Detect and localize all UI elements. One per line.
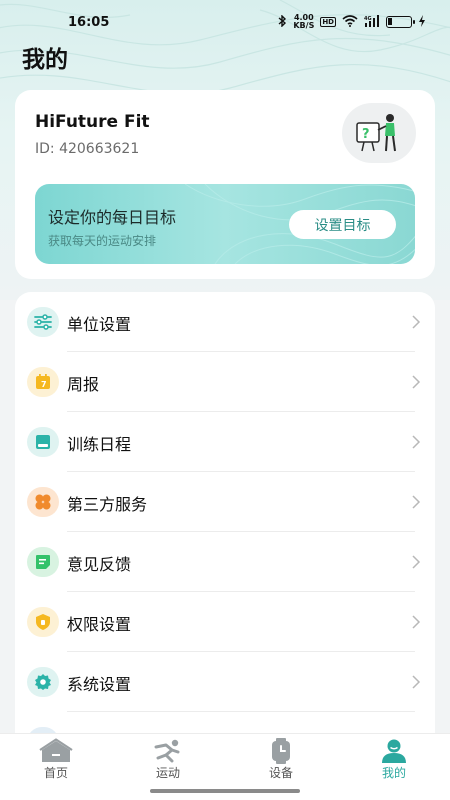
battery-icon bbox=[386, 16, 415, 28]
status-time: 16:05 bbox=[68, 14, 110, 30]
person-with-board-avatar-icon: ? bbox=[356, 114, 396, 152]
schedule-icon bbox=[27, 427, 59, 457]
network-speed: 4.00 KB/S bbox=[293, 14, 314, 30]
network-speed-unit: KB/S bbox=[293, 21, 315, 30]
menu-label: 第三方服务 bbox=[67, 495, 148, 514]
svg-text:7: 7 bbox=[41, 380, 47, 389]
status-bar: 16:05 4.00 KB/S HD 4G bbox=[0, 0, 450, 44]
svg-text:?: ? bbox=[362, 127, 370, 142]
menu-item-weekly-report[interactable]: 7 周报 bbox=[15, 352, 435, 412]
chevron-right-icon bbox=[412, 675, 421, 689]
goal-subtitle: 获取每天的运动安排 bbox=[48, 234, 157, 248]
menu-label: 意见反馈 bbox=[67, 555, 132, 574]
menu-label: 周报 bbox=[67, 375, 100, 394]
goal-title: 设定你的每日目标 bbox=[48, 208, 177, 227]
tab-profile[interactable]: 我的 bbox=[338, 734, 450, 784]
profile-card: HiFuture Fit ID: 420663621 ? 设定你的每日目标 获取… bbox=[15, 90, 435, 279]
menu-item-feedback[interactable]: 意见反馈 bbox=[15, 532, 435, 592]
settings-menu: 单位设置 7 周报 训练日程 第三方服务 意见反馈 权限设置 系统设置 bbox=[15, 292, 435, 752]
status-icons: 4.00 KB/S HD 4G bbox=[277, 14, 426, 30]
chevron-right-icon bbox=[412, 375, 421, 389]
menu-item-permission-settings[interactable]: 权限设置 bbox=[15, 592, 435, 652]
profile-icon bbox=[382, 739, 406, 763]
menu-item-third-party-services[interactable]: 第三方服务 bbox=[15, 472, 435, 532]
chevron-right-icon bbox=[412, 495, 421, 509]
tab-exercise[interactable]: 运动 bbox=[112, 734, 224, 784]
tab-home[interactable]: 首页 bbox=[0, 734, 112, 784]
home-indicator[interactable] bbox=[150, 789, 300, 793]
chevron-right-icon bbox=[412, 315, 421, 329]
bluetooth-icon bbox=[277, 13, 287, 30]
wifi-icon bbox=[342, 14, 358, 30]
feedback-icon bbox=[27, 547, 59, 577]
menu-item-unit-settings[interactable]: 单位设置 bbox=[15, 292, 435, 352]
menu-item-training-schedule[interactable]: 训练日程 bbox=[15, 412, 435, 472]
grid-flower-icon bbox=[27, 487, 59, 517]
calendar-icon: 7 bbox=[27, 367, 59, 397]
charging-icon bbox=[418, 14, 426, 30]
hd-badge: HD bbox=[320, 17, 336, 27]
sliders-icon bbox=[27, 307, 59, 337]
chevron-right-icon bbox=[412, 615, 421, 629]
home-icon bbox=[39, 738, 73, 762]
chevron-right-icon bbox=[412, 555, 421, 569]
menu-item-system-settings[interactable]: 系统设置 bbox=[15, 652, 435, 712]
shield-icon bbox=[27, 607, 59, 637]
chevron-right-icon bbox=[412, 435, 421, 449]
watch-icon bbox=[272, 738, 290, 764]
avatar[interactable]: ? bbox=[342, 103, 416, 163]
tab-label: 我的 bbox=[381, 766, 406, 780]
menu-label: 权限设置 bbox=[67, 615, 132, 634]
running-icon bbox=[154, 739, 180, 763]
menu-label: 单位设置 bbox=[67, 315, 132, 334]
menu-label: 训练日程 bbox=[67, 435, 132, 454]
username: HiFuture Fit bbox=[35, 112, 150, 132]
menu-label: 系统设置 bbox=[67, 675, 132, 694]
user-id: ID: 420663621 bbox=[35, 141, 140, 157]
daily-goal-banner[interactable]: 设定你的每日目标 获取每天的运动安排 设置目标 bbox=[35, 184, 415, 264]
cell-signal-icon: 4G bbox=[364, 14, 380, 30]
gear-icon bbox=[27, 667, 59, 697]
tab-label: 运动 bbox=[155, 766, 180, 780]
set-goal-button[interactable]: 设置目标 bbox=[289, 210, 396, 239]
page-title: 我的 bbox=[22, 47, 68, 73]
tab-label: 设备 bbox=[268, 766, 293, 780]
tab-label: 首页 bbox=[43, 766, 68, 780]
tab-device[interactable]: 设备 bbox=[225, 734, 337, 784]
